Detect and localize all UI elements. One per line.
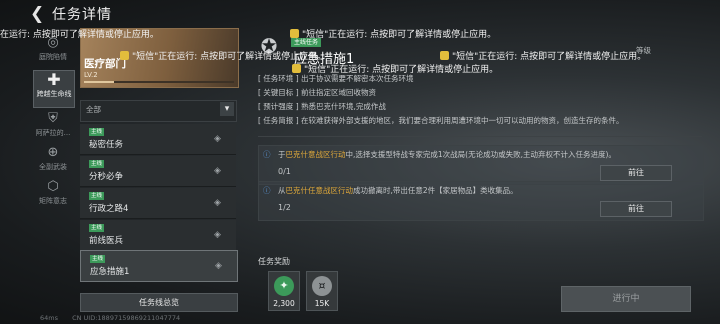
sms-app-icon — [440, 51, 449, 60]
main-line-tag: 主线 — [89, 224, 105, 232]
sms-app-icon — [120, 51, 129, 60]
emblem-icon: ✦ — [274, 276, 294, 296]
rewards-label: 任务奖励 — [258, 257, 290, 266]
locate-icon: ◈ — [214, 230, 221, 240]
reward-amount: 2,300 — [273, 299, 295, 308]
main-line-tag: 主线 — [90, 255, 106, 263]
notification-toast[interactable]: "短信"正在运行: 点按即可了解详情或停止应用。 — [292, 62, 498, 75]
objective-progress: 0/1 — [278, 167, 291, 176]
task-list-item[interactable]: 主线 行政之路4 ◈ — [80, 188, 236, 219]
rail-item-2[interactable]: ✚ 跨越生命线 — [33, 70, 75, 108]
reward-item[interactable]: ¤ 15K — [306, 271, 338, 311]
notification-toast[interactable]: "短信"正在运行: 点按即可了解详情或停止应用。 — [120, 49, 326, 62]
task-line-overview-button[interactable]: 任务线总览 — [80, 293, 238, 312]
task-name: 行政之路4 — [89, 204, 129, 214]
matrix-icon: ⬡ — [47, 179, 59, 194]
reward-amount: 15K — [314, 299, 330, 308]
objective-row: ⓘ 于巴克什意战区行动中,选择支援型特战专家完成1次战局(无论成功或失败,主动弃… — [258, 145, 704, 185]
sms-app-icon — [292, 64, 301, 73]
task-filter-value: 全部 — [86, 105, 101, 114]
locate-icon: ◈ — [214, 198, 221, 208]
cross-icon: ✚ — [47, 70, 61, 89]
footer-info: 64ms CN UID:18897159869211047774 — [40, 314, 180, 322]
rail-item-3[interactable]: ⛨ 阿萨拉的... — [33, 110, 73, 146]
info-briefing: [ 任务简报 ] 在较难获得外部支援的地区，我们要合理利用周遭环境中一切可以动用… — [258, 116, 624, 125]
task-line-progress — [84, 81, 234, 83]
go-button[interactable]: 前往 — [600, 165, 672, 181]
objective-text: 从巴克什任意战区行动成功撤离时,带出任意2件【家居物品】类收集品。 — [278, 186, 518, 195]
page-title: 任务详情 — [52, 7, 112, 23]
shield-icon: ⛨ — [48, 111, 58, 126]
sms-app-icon — [290, 29, 299, 38]
chevron-down-icon[interactable]: ▾ — [220, 102, 234, 116]
locate-icon: ◈ — [214, 166, 221, 176]
task-list-item[interactable]: 主线 秘密任务 ◈ — [80, 124, 236, 155]
task-filter-dropdown[interactable] — [80, 100, 237, 122]
in-progress-button: 进行中 — [561, 286, 691, 312]
notification-toast[interactable]: "短信"正在运行: 点按即可了解详情或停止应用。 — [440, 49, 646, 62]
info-icon: ⓘ — [263, 186, 271, 195]
rail-item-4[interactable]: ⊕ 全副武装 — [33, 144, 73, 180]
coin-icon: ¤ — [312, 276, 332, 296]
task-list-item[interactable]: 主线 分秒必争 ◈ — [80, 156, 236, 187]
main-line-tag: 主线 — [89, 192, 105, 200]
objective-progress: 1/2 — [278, 203, 291, 212]
task-name: 应急措施1 — [90, 267, 130, 277]
reward-item[interactable]: ✦ 2,300 — [268, 271, 300, 311]
ping-readout: 64ms — [40, 314, 58, 322]
objective-text: 于巴克什意战区行动中,选择支援型特战专家完成1次战局(无论成功或失败,主动弃权不… — [278, 150, 616, 159]
locate-icon: ◈ — [214, 134, 221, 144]
back-arrow-icon[interactable]: ❮ — [30, 5, 46, 23]
info-objective: [ 关键目标 ] 前往指定区域回收物资 — [258, 88, 377, 97]
target-icon: ⊕ — [47, 145, 59, 160]
main-line-tag: 主线 — [89, 128, 105, 136]
uid-readout: CN UID:18897159869211047774 — [72, 314, 181, 322]
task-name: 秘密任务 — [89, 140, 124, 150]
info-icon: ⓘ — [263, 150, 271, 159]
task-list-item[interactable]: 主线 前线医兵 ◈ — [80, 220, 236, 251]
go-button[interactable]: 前往 — [600, 201, 672, 217]
task-name: 分秒必争 — [89, 172, 124, 182]
notification-toast[interactable]: 在运行: 点按即可了解详情或停止应用。 — [0, 27, 159, 40]
locate-icon: ◈ — [215, 261, 222, 271]
objective-row: ⓘ 从巴克什任意战区行动成功撤离时,带出任意2件【家居物品】类收集品。 1/2 … — [258, 181, 704, 221]
task-name: 前线医兵 — [89, 236, 124, 246]
rail-item-5[interactable]: ⬡ 矩阵意志 — [33, 178, 73, 214]
task-list-item-selected[interactable]: 主线 应急措施1 ◈ — [80, 250, 238, 282]
main-line-tag: 主线 — [89, 160, 105, 168]
info-intensity: [ 预计强度 ] 熟悉巴克什环境,完成作战 — [258, 102, 386, 111]
divider — [258, 136, 702, 137]
task-line-level: LV.2 — [84, 71, 98, 79]
notification-toast[interactable]: "短信"正在运行: 点按即可了解详情或停止应用。 — [290, 27, 496, 40]
